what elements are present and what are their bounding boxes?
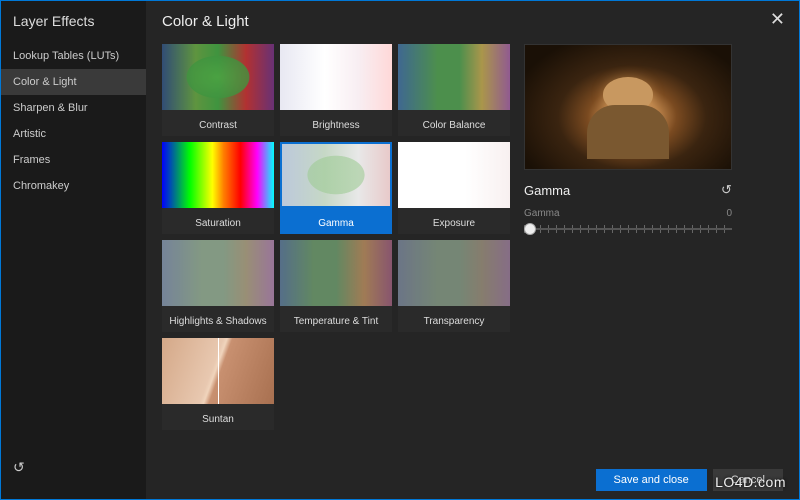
dialog-window: Layer Effects Lookup Tables (LUTs)Color … — [0, 0, 800, 500]
preview-panel: Gamma ↻ Gamma 0 — [524, 44, 732, 487]
effect-thumb — [280, 44, 392, 110]
effect-label: Color Balance — [398, 110, 510, 136]
gamma-slider-row: Gamma 0 — [524, 208, 732, 235]
effect-label: Exposure — [398, 208, 510, 234]
preview-image — [524, 44, 732, 170]
effect-thumb — [162, 338, 274, 404]
effect-label: Suntan — [162, 404, 274, 430]
sidebar-title: Layer Effects — [1, 13, 146, 43]
effect-thumb — [162, 44, 274, 110]
slider-thumb[interactable] — [524, 223, 536, 235]
effect-tile-transparency[interactable]: Transparency — [398, 240, 510, 332]
sidebar-item-color-light[interactable]: Color & Light — [1, 69, 146, 95]
preview-title-row: Gamma ↻ — [524, 182, 732, 198]
effect-label: Highlights & Shadows — [162, 306, 274, 332]
effect-label: Brightness — [280, 110, 392, 136]
effect-tile-saturation[interactable]: Saturation — [162, 142, 274, 234]
effect-tile-gamma[interactable]: Gamma — [280, 142, 392, 234]
effect-thumb — [162, 240, 274, 306]
effect-label: Contrast — [162, 110, 274, 136]
effect-label: Saturation — [162, 208, 274, 234]
sidebar-item-lookup-tables-luts-[interactable]: Lookup Tables (LUTs) — [1, 43, 146, 69]
slider-line — [524, 228, 732, 230]
slider-value: 0 — [726, 208, 732, 219]
sidebar-item-chromakey[interactable]: Chromakey — [1, 173, 146, 199]
sidebar-footer: ↻ — [1, 449, 146, 487]
effect-thumb — [280, 240, 392, 306]
effect-grid: ContrastBrightnessColor Balance Saturatio… — [162, 44, 510, 487]
sidebar-item-artistic[interactable]: Artistic — [1, 121, 146, 147]
effect-tile-suntan[interactable]: Suntan — [162, 338, 274, 430]
sidebar: Layer Effects Lookup Tables (LUTs)Color … — [1, 1, 146, 499]
main-panel: ✕ Color & Light ContrastBrightnessColor … — [146, 1, 799, 499]
effect-thumb — [162, 142, 274, 208]
gamma-slider[interactable] — [524, 223, 732, 235]
refresh-icon[interactable]: ↻ — [13, 459, 25, 476]
effect-thumb — [398, 240, 510, 306]
effect-thumb — [398, 142, 510, 208]
save-button[interactable]: Save and close — [596, 469, 707, 491]
effect-thumb — [398, 44, 510, 110]
effect-label: Transparency — [398, 306, 510, 332]
page-title: Color & Light — [162, 13, 783, 30]
effect-tile-temperature-tint[interactable]: Temperature & Tint — [280, 240, 392, 332]
cancel-button[interactable]: Cancel — [713, 469, 783, 491]
effect-tile-highlights-shadows[interactable]: Highlights & Shadows — [162, 240, 274, 332]
slider-label: Gamma — [524, 208, 560, 219]
slider-label-row: Gamma 0 — [524, 208, 732, 219]
close-icon[interactable]: ✕ — [770, 9, 785, 30]
content-row: ContrastBrightnessColor Balance Saturatio… — [162, 44, 783, 487]
effect-thumb — [280, 142, 392, 208]
effect-tile-contrast[interactable]: Contrast — [162, 44, 274, 136]
effect-tile-color-balance[interactable]: Color Balance — [398, 44, 510, 136]
effect-label: Temperature & Tint — [280, 306, 392, 332]
effect-tile-brightness[interactable]: Brightness — [280, 44, 392, 136]
sidebar-item-sharpen-blur[interactable]: Sharpen & Blur — [1, 95, 146, 121]
sidebar-item-frames[interactable]: Frames — [1, 147, 146, 173]
dialog-footer: Save and close Cancel — [596, 469, 783, 491]
preview-title: Gamma — [524, 183, 570, 198]
effect-tile-exposure[interactable]: Exposure — [398, 142, 510, 234]
effect-label: Gamma — [280, 208, 392, 234]
reset-icon[interactable]: ↻ — [721, 182, 732, 198]
